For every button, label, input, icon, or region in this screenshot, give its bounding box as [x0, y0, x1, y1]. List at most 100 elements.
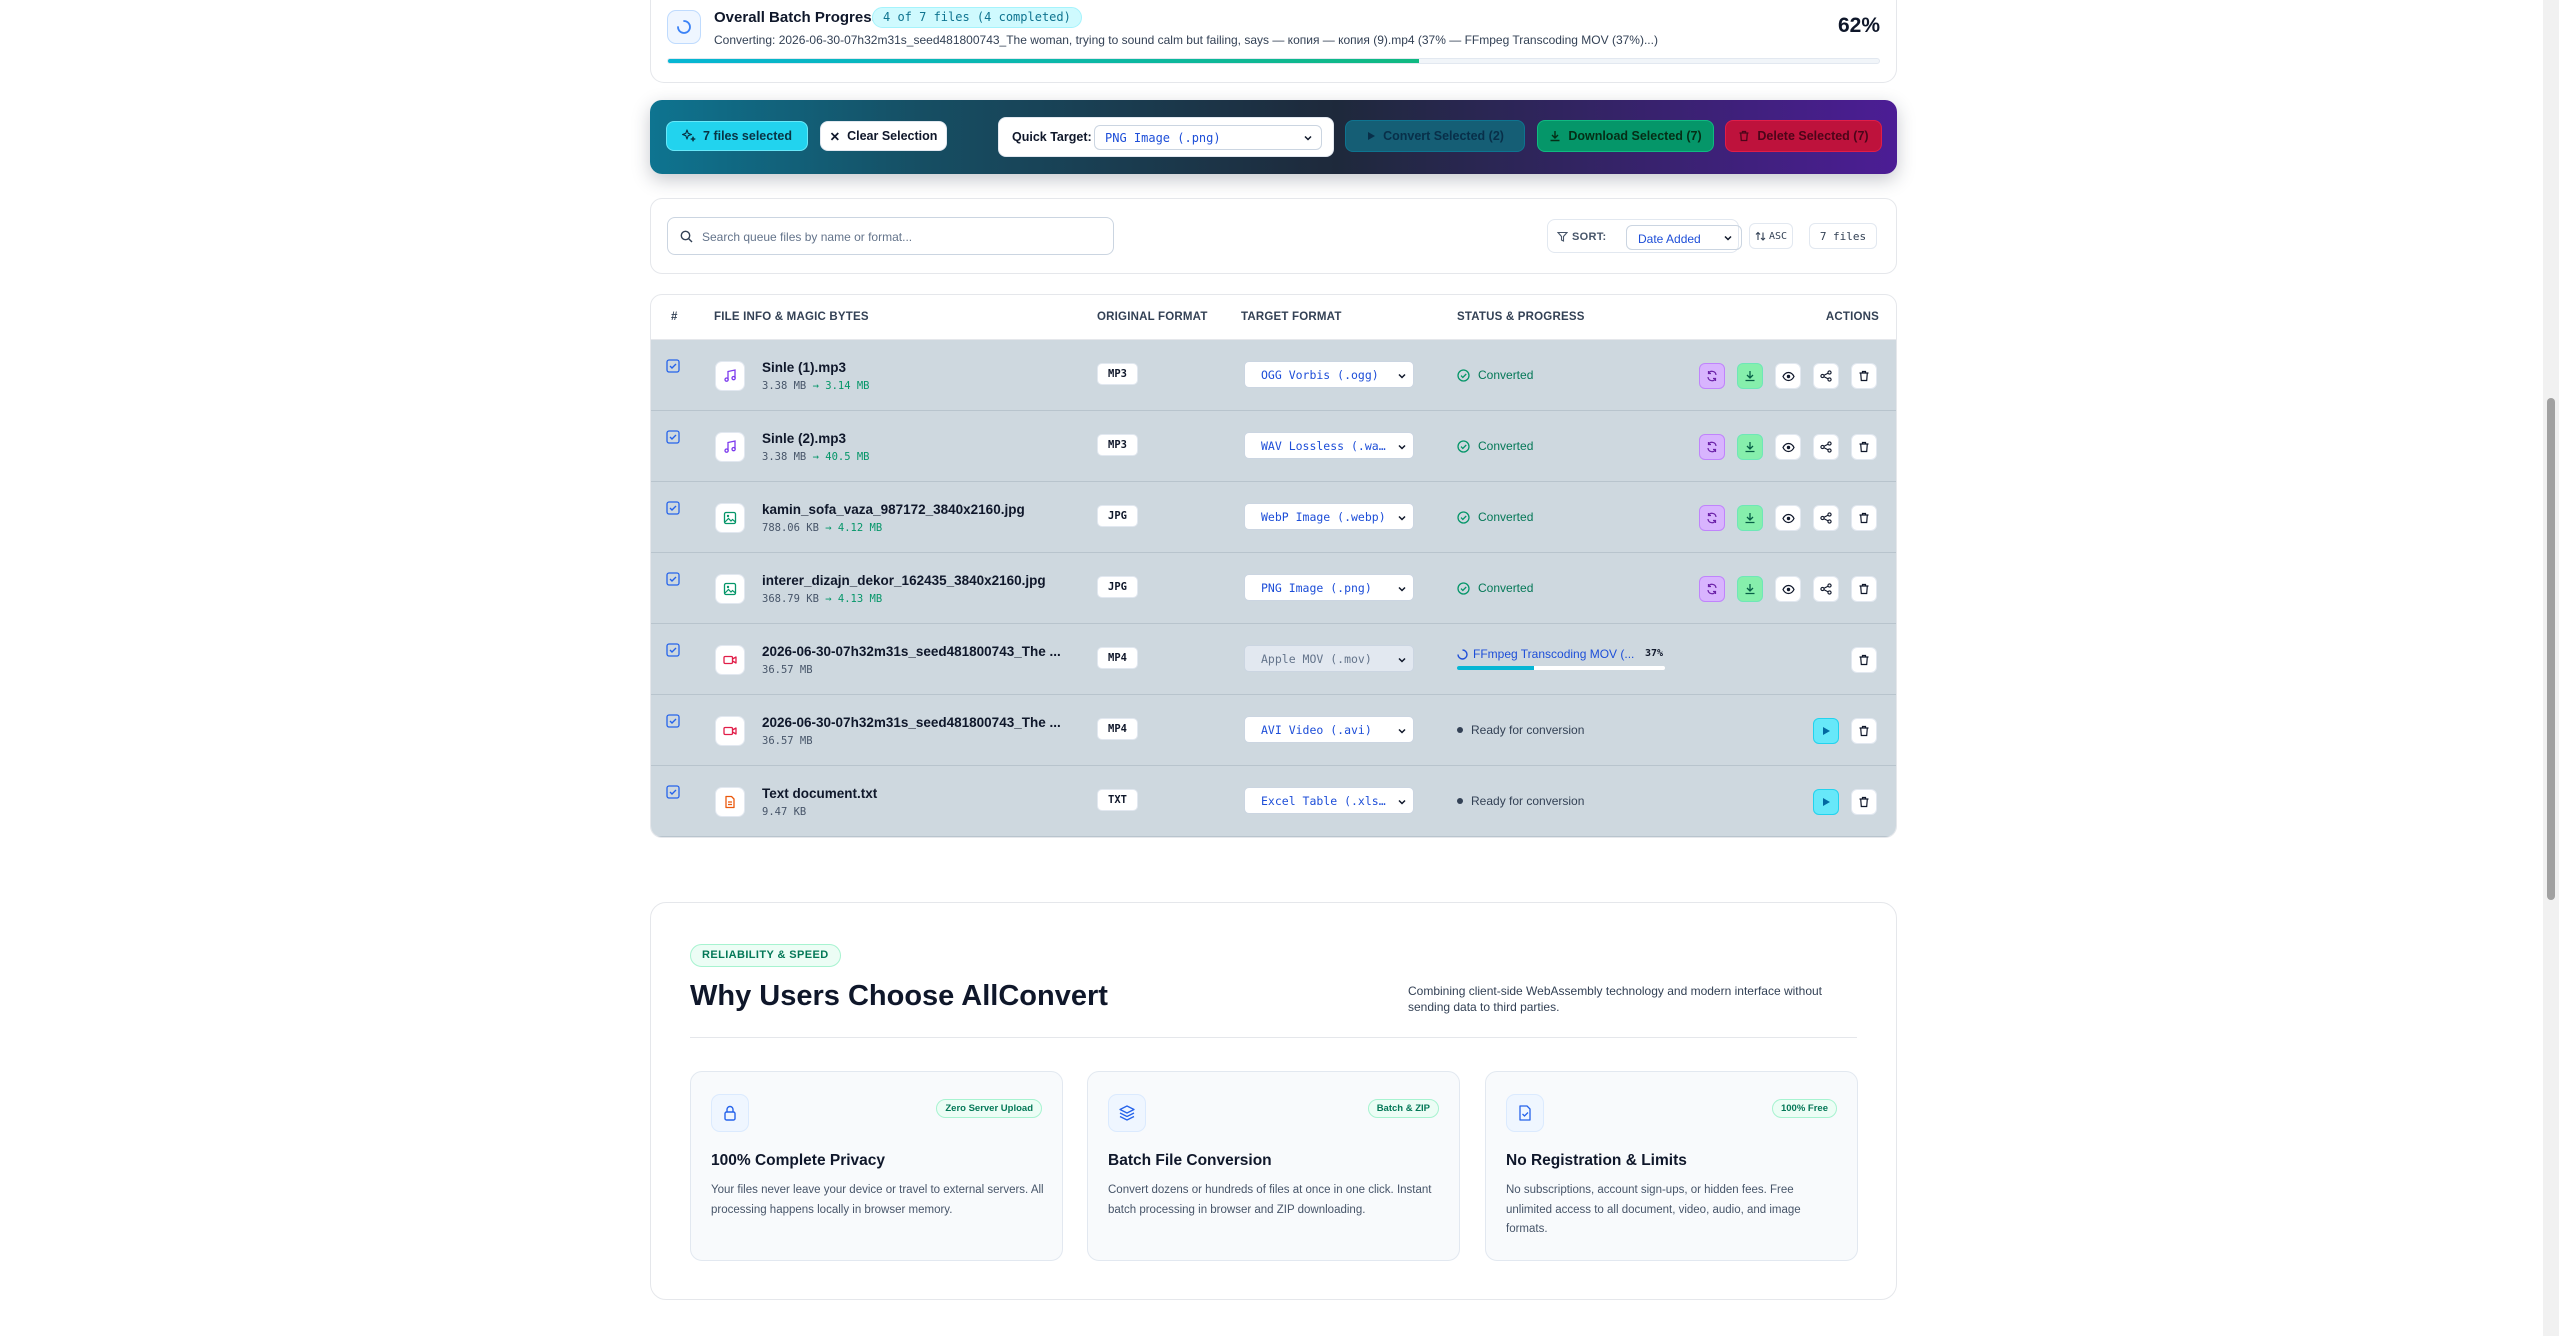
table-row[interactable]: Sinle (2).mp3 3.38 MB → 40.5 MB MP3 WAV …: [651, 411, 1896, 482]
sort-value: Date Added: [1638, 232, 1701, 246]
table-header: # FILE INFO & MAGIC BYTES ORIGINAL FORMA…: [651, 295, 1896, 340]
selected-count-button[interactable]: 7 files selected: [666, 121, 808, 151]
batch-percent: 62%: [1837, 14, 1880, 37]
filter-icon: [1557, 231, 1568, 242]
sort-arrows-icon: [1755, 231, 1766, 241]
delete-button[interactable]: [1851, 505, 1877, 531]
download-selected-button[interactable]: Download Selected (7): [1537, 120, 1714, 152]
table-row[interactable]: interer_dizajn_dekor_162435_3840x2160.jp…: [651, 553, 1896, 624]
play-icon: [1368, 132, 1376, 140]
preview-button[interactable]: [1775, 434, 1801, 460]
convert-selected-button[interactable]: Convert Selected (2): [1345, 120, 1525, 152]
download-icon: [1744, 370, 1756, 382]
table-row[interactable]: Text document.txt 9.47 KB TXT Excel Tabl…: [651, 766, 1896, 837]
target-format-select[interactable]: WebP Image (.webp): [1244, 503, 1414, 530]
target-format-select[interactable]: AVI Video (.avi): [1244, 716, 1414, 743]
sort-label: SORT:: [1572, 231, 1607, 243]
delete-button[interactable]: [1851, 434, 1877, 460]
quick-target-select[interactable]: PNG Image (.png): [1094, 125, 1322, 150]
download-button[interactable]: [1737, 363, 1763, 389]
feature-tag: Batch & ZIP: [1367, 1099, 1439, 1118]
status-dot: [1457, 727, 1463, 733]
target-format-select[interactable]: Excel Table (.xls…: [1244, 787, 1414, 814]
sort-select[interactable]: Date Added: [1626, 225, 1742, 250]
why-title: Why Users Choose AllConvert: [690, 980, 1108, 1012]
share-button[interactable]: [1813, 505, 1839, 531]
delete-button[interactable]: [1851, 647, 1877, 673]
reconvert-button[interactable]: [1699, 363, 1725, 389]
checkbox-checked-icon: [666, 714, 680, 728]
target-format-select[interactable]: OGG Vorbis (.ogg): [1244, 361, 1414, 388]
page-scrollbar[interactable]: [2543, 0, 2559, 1336]
size-arrow: →: [825, 522, 832, 534]
target-format-select[interactable]: PNG Image (.png): [1244, 574, 1414, 601]
trash-icon: [1858, 796, 1870, 808]
header-original-format: ORIGINAL FORMAT: [1097, 311, 1208, 323]
download-icon: [1744, 441, 1756, 453]
file-size: 36.57 MB: [762, 735, 813, 747]
chevron-down-icon: [1398, 657, 1406, 663]
file-name: Sinle (1).mp3: [762, 360, 847, 375]
spinner-icon: [667, 10, 701, 44]
original-format-badge: MP3: [1097, 434, 1138, 456]
file-size-info: 36.57 MB: [762, 735, 813, 747]
status-ready: Ready for conversion: [1457, 794, 1584, 808]
reconvert-button[interactable]: [1699, 505, 1725, 531]
table-row[interactable]: Sinle (1).mp3 3.38 MB → 3.14 MB MP3 OGG …: [651, 340, 1896, 411]
table-row[interactable]: 2026-06-30-07h32m31s_seed481800743_The .…: [651, 624, 1896, 695]
convert-button[interactable]: [1813, 789, 1839, 815]
batch-progress-bar: [667, 58, 1880, 64]
size-arrow: →: [825, 593, 832, 605]
delete-button[interactable]: [1851, 718, 1877, 744]
target-format-value: WAV Lossless (.wa…: [1261, 439, 1386, 453]
delete-button[interactable]: [1851, 576, 1877, 602]
row-checkbox[interactable]: [666, 714, 680, 728]
row-checkbox[interactable]: [666, 359, 680, 373]
sort-order-button[interactable]: ASC: [1749, 223, 1793, 249]
preview-button[interactable]: [1775, 505, 1801, 531]
share-button[interactable]: [1813, 363, 1839, 389]
preview-button[interactable]: [1775, 363, 1801, 389]
refresh-icon: [1706, 441, 1718, 453]
eye-icon: [1781, 512, 1795, 525]
convert-button[interactable]: [1813, 718, 1839, 744]
target-format-select[interactable]: WAV Lossless (.wa…: [1244, 432, 1414, 459]
reconvert-button[interactable]: [1699, 434, 1725, 460]
delete-button[interactable]: [1851, 363, 1877, 389]
lock-icon: [711, 1094, 749, 1132]
output-size: 4.12 MB: [837, 522, 883, 534]
feature-description: No subscriptions, account sign-ups, or h…: [1506, 1184, 1801, 1235]
search-input[interactable]: [702, 227, 1102, 247]
preview-button[interactable]: [1775, 576, 1801, 602]
row-checkbox[interactable]: [666, 785, 680, 799]
reconvert-button[interactable]: [1699, 576, 1725, 602]
batch-progress-fill: [668, 59, 1419, 63]
feature-title: Batch File Conversion: [1108, 1152, 1272, 1169]
row-checkbox[interactable]: [666, 430, 680, 444]
delete-button[interactable]: [1851, 789, 1877, 815]
quick-target-label: Quick Target:: [1012, 130, 1092, 144]
table-row[interactable]: 2026-06-30-07h32m31s_seed481800743_The .…: [651, 695, 1896, 766]
file-name: kamin_sofa_vaza_987172_3840x2160.jpg: [762, 502, 1025, 517]
clear-selection-button[interactable]: ✕ Clear Selection: [820, 121, 947, 151]
status-progress: FFmpeg Transcoding MOV (... 37%: [1457, 647, 1667, 670]
delete-selected-button[interactable]: Delete Selected (7): [1725, 120, 1882, 152]
row-checkbox[interactable]: [666, 643, 680, 657]
table-row[interactable]: kamin_sofa_vaza_987172_3840x2160.jpg 788…: [651, 482, 1896, 553]
download-button[interactable]: [1737, 434, 1763, 460]
row-checkbox[interactable]: [666, 501, 680, 515]
chevron-down-icon: [1304, 135, 1312, 141]
row-checkbox[interactable]: [666, 572, 680, 586]
chevron-down-icon: [1398, 515, 1406, 521]
check-circle-icon: [1457, 581, 1470, 595]
share-button[interactable]: [1813, 576, 1839, 602]
batch-progress-detail: Converting: 2026-06-30-07h32m31s_seed481…: [714, 33, 1658, 47]
search-icon: [680, 230, 693, 243]
status-dot: [1457, 798, 1463, 804]
share-button[interactable]: [1813, 434, 1839, 460]
download-button[interactable]: [1737, 576, 1763, 602]
scrollbar-thumb[interactable]: [2547, 398, 2555, 900]
status-converted: Converted: [1457, 439, 1533, 453]
queue-toolbar: SORT: Date Added ASC 7 files: [650, 198, 1897, 274]
download-button[interactable]: [1737, 505, 1763, 531]
